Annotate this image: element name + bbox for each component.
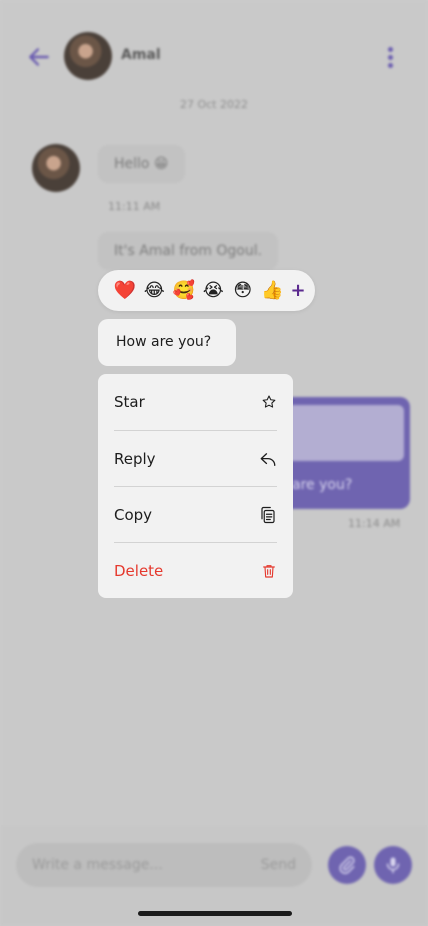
quoted-reply bbox=[286, 405, 404, 461]
contact-name: Amal bbox=[121, 47, 161, 63]
contact-avatar[interactable] bbox=[64, 32, 112, 80]
selected-message: How are you? bbox=[98, 319, 236, 366]
sender-avatar bbox=[32, 144, 80, 192]
menu-item-reply[interactable]: Reply bbox=[114, 430, 277, 486]
back-arrow-icon[interactable] bbox=[26, 44, 52, 70]
paperclip-icon bbox=[339, 856, 355, 874]
more-options-icon[interactable] bbox=[388, 47, 394, 69]
reaction-cry[interactable]: 😭 bbox=[199, 277, 229, 305]
message-time: 11:11 AM bbox=[108, 200, 161, 213]
microphone-icon bbox=[386, 857, 400, 874]
reaction-laugh[interactable]: 😂 bbox=[140, 277, 170, 305]
chat-header: Amal bbox=[0, 0, 428, 100]
send-button[interactable]: Send bbox=[261, 857, 296, 873]
more-reactions-button[interactable]: + bbox=[287, 280, 309, 301]
outgoing-message[interactable]: are you? bbox=[280, 397, 410, 509]
reaction-heart[interactable]: ❤️ bbox=[110, 277, 140, 305]
reply-icon bbox=[260, 452, 276, 466]
menu-item-delete[interactable]: Delete bbox=[114, 542, 277, 598]
menu-item-label: Delete bbox=[114, 561, 164, 580]
reaction-flushed[interactable]: 😳 bbox=[228, 277, 258, 305]
menu-item-star[interactable]: Star bbox=[114, 374, 277, 430]
voice-button[interactable] bbox=[374, 846, 412, 884]
message-input-placeholder: Write a message... bbox=[32, 857, 163, 873]
reaction-thumbs-up[interactable]: 👍 bbox=[258, 277, 288, 305]
reaction-love[interactable]: 🥰 bbox=[169, 277, 199, 305]
date-separator: 27 Oct 2022 bbox=[179, 98, 248, 111]
menu-item-label: Reply bbox=[114, 449, 156, 468]
incoming-message[interactable]: It's Amal from Ogoul. bbox=[98, 232, 279, 270]
message-context-menu: Star Reply Copy Delete bbox=[98, 374, 293, 598]
reaction-bar: ❤️ 😂 🥰 😭 😳 👍 + bbox=[98, 270, 315, 311]
star-icon bbox=[262, 395, 276, 408]
message-input[interactable]: Write a message... Send bbox=[16, 843, 312, 887]
copy-icon bbox=[261, 506, 275, 523]
home-indicator bbox=[138, 911, 292, 916]
menu-item-label: Star bbox=[114, 393, 145, 411]
menu-item-label: Copy bbox=[114, 505, 153, 524]
selected-message-text: How are you? bbox=[116, 334, 212, 350]
trash-icon bbox=[263, 564, 275, 578]
message-time: 11:14 AM bbox=[348, 517, 401, 530]
attach-button[interactable] bbox=[328, 846, 366, 884]
menu-item-copy[interactable]: Copy bbox=[114, 486, 277, 542]
outgoing-message-text: are you? bbox=[292, 477, 353, 493]
incoming-message[interactable]: Hello 😁 bbox=[98, 145, 185, 183]
